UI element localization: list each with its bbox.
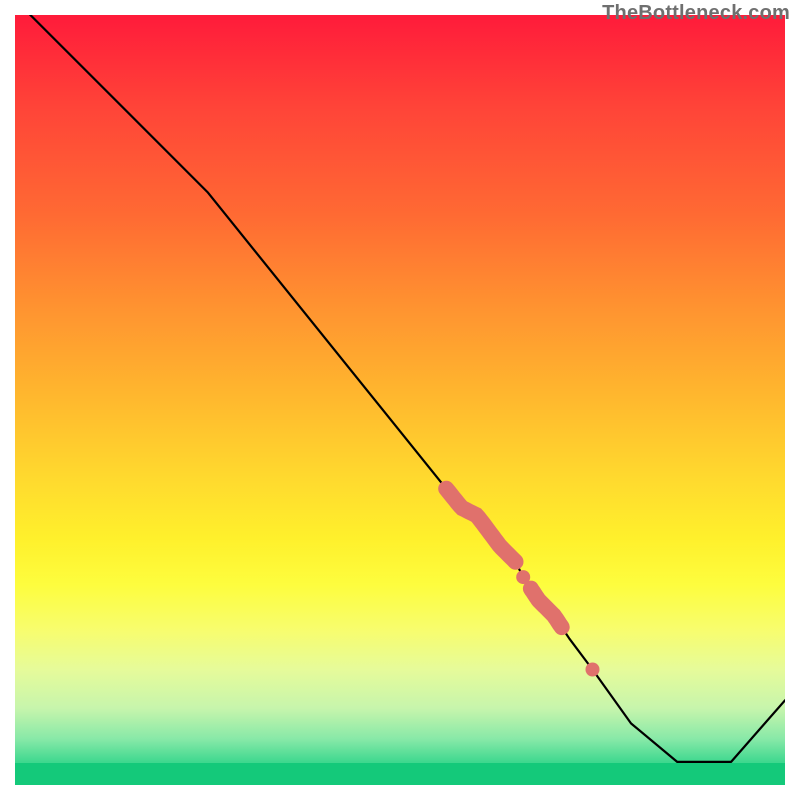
watermark-text: TheBottleneck.com [602,2,790,25]
curve-line [15,15,785,762]
plot-area [15,15,785,785]
highlight-segment [531,589,562,628]
highlight-segment [446,489,515,562]
chart-overlay [15,15,785,785]
highlight-dot [586,663,600,677]
chart-canvas: TheBottleneck.com [0,0,800,800]
highlight-dot [516,570,530,584]
